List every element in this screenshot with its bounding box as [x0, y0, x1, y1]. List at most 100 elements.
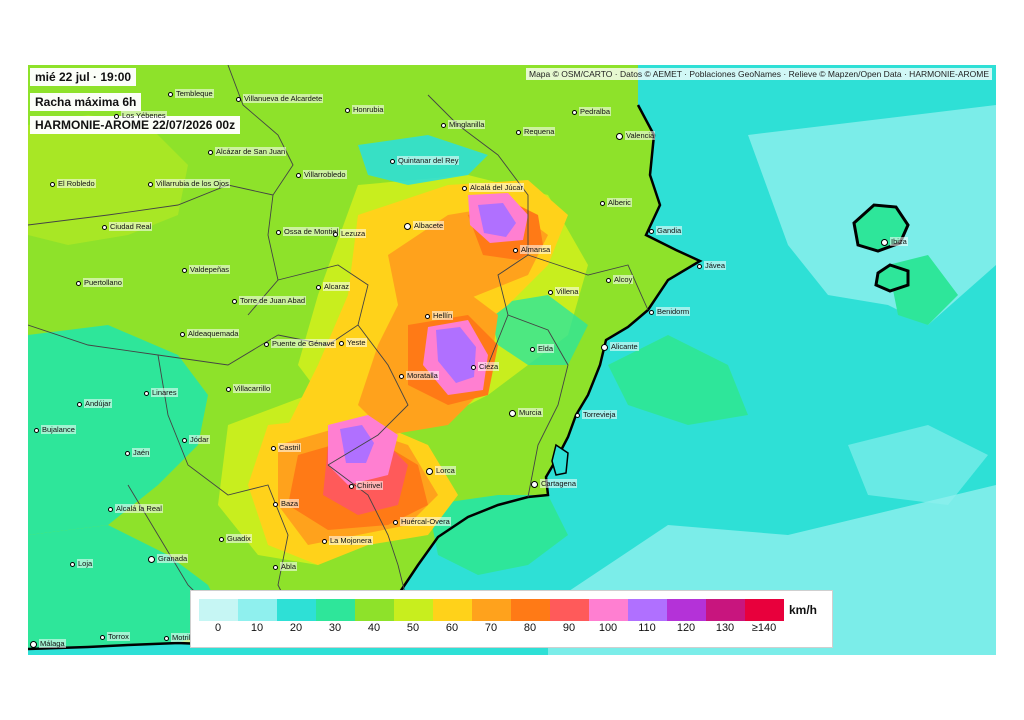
city-marker: Honrubia	[345, 105, 385, 115]
city-name: Villena	[555, 287, 580, 297]
city-marker: Villanueva de Alcardete	[236, 94, 324, 104]
city-name: Jódar	[189, 435, 210, 445]
city-dot-icon	[575, 412, 580, 418]
city-marker: Málaga	[30, 639, 66, 649]
city-marker: Benidorm	[649, 307, 691, 317]
city-marker: Moratalla	[399, 371, 439, 381]
legend-swatch	[589, 599, 628, 621]
city-marker: Puertollano	[76, 278, 123, 288]
city-marker: Almansa	[513, 245, 552, 255]
city-marker: Castril	[271, 443, 302, 453]
city-dot-icon	[164, 635, 169, 641]
legend-swatch	[628, 599, 667, 621]
city-name: Valencia	[625, 131, 656, 141]
city-dot-icon	[114, 113, 119, 119]
city-name: Torrox	[107, 632, 130, 642]
city-dot-icon	[333, 231, 338, 237]
legend-tick-label: 50	[406, 622, 420, 634]
city-dot-icon	[616, 132, 623, 140]
legend-swatch	[199, 599, 238, 621]
city-marker: Cieza	[471, 362, 500, 372]
city-name: Cartagena	[540, 479, 578, 489]
city-dot-icon	[530, 346, 535, 352]
city-marker: Guadix	[219, 534, 252, 544]
city-name: Jaén	[132, 448, 151, 458]
city-marker: Chirivel	[349, 481, 384, 491]
city-marker: Villarrubia de los Ojos	[148, 179, 230, 189]
map-viewport[interactable]: mié 22 jul · 19:00 Racha máxima 6h HARMO…	[28, 65, 996, 655]
city-name: Torrevieja	[582, 410, 617, 420]
city-name: Castril	[278, 443, 302, 453]
city-name: Minglanilla	[448, 120, 486, 130]
city-name: Chirivel	[356, 481, 384, 491]
legend-swatch	[472, 599, 511, 621]
city-marker: Bujalance	[34, 425, 76, 435]
legend-tick-label: 10	[250, 622, 264, 634]
city-marker: Lezuza	[333, 229, 367, 239]
city-marker: Granada	[148, 554, 189, 564]
legend-swatch	[355, 599, 394, 621]
legend-tick-label: ≥140	[751, 622, 777, 634]
city-dot-icon	[339, 340, 344, 346]
city-marker: Puente de Génave	[264, 339, 336, 349]
city-marker: Alcalá la Real	[108, 504, 163, 514]
city-dot-icon	[271, 445, 276, 451]
legend-unit: km/h	[789, 603, 818, 617]
city-dot-icon	[232, 298, 237, 304]
city-name: Baza	[280, 499, 300, 509]
legend-swatch	[667, 599, 706, 621]
city-dot-icon	[208, 149, 213, 155]
legend-tick-label: 110	[638, 622, 656, 634]
legend-tick-label: 30	[328, 622, 342, 634]
city-marker: Elda	[530, 344, 555, 354]
city-dot-icon	[881, 238, 888, 246]
city-marker: Valencia	[616, 131, 656, 141]
city-marker: Villacarrillo	[226, 384, 272, 394]
city-marker: Tembleque	[168, 89, 214, 99]
city-name: Loja	[77, 559, 94, 569]
city-dot-icon	[516, 129, 521, 135]
city-dot-icon	[219, 536, 224, 542]
city-name: Bujalance	[41, 425, 76, 435]
city-dot-icon	[462, 185, 467, 191]
city-dot-icon	[148, 555, 155, 563]
city-name: Villanueva de Alcardete	[243, 94, 324, 104]
legend-tick-label: 40	[367, 622, 381, 634]
city-name: Alicante	[610, 342, 639, 352]
city-dot-icon	[404, 222, 411, 230]
legend-swatch	[550, 599, 589, 621]
city-name: Ossa de Montiel	[283, 227, 340, 237]
legend-tick-label: 80	[523, 622, 537, 634]
city-name: Motril	[171, 633, 192, 643]
city-name: Villarrubia de los Ojos	[155, 179, 230, 189]
city-name: Alcázar de San Juan	[215, 147, 287, 157]
city-dot-icon	[393, 519, 398, 525]
city-dot-icon	[50, 181, 55, 187]
city-name: El Robledo	[57, 179, 96, 189]
city-marker: Jaén	[125, 448, 151, 458]
city-dot-icon	[180, 331, 185, 337]
city-name: Pedralba	[579, 107, 612, 117]
city-dot-icon	[399, 373, 404, 379]
city-dot-icon	[322, 538, 327, 544]
city-dot-icon	[182, 267, 187, 273]
city-name: Villacarrillo	[233, 384, 272, 394]
city-name: Lorca	[435, 466, 456, 476]
legend-tick-label: 100	[598, 622, 618, 634]
city-marker: Alcaraz	[316, 282, 351, 292]
city-marker: Valdepeñas	[182, 265, 231, 275]
city-marker: Villena	[548, 287, 580, 297]
city-dot-icon	[345, 107, 350, 113]
city-name: Ciudad Real	[109, 222, 153, 232]
legend-swatch	[238, 599, 277, 621]
city-dot-icon	[697, 263, 702, 269]
city-name: Alcalá la Real	[115, 504, 163, 514]
city-dot-icon	[425, 313, 430, 319]
city-marker: Hellín	[425, 311, 454, 321]
city-marker: El Robledo	[50, 179, 96, 189]
city-marker: Motril	[164, 633, 192, 643]
city-dot-icon	[264, 341, 269, 347]
city-marker: Jávea	[697, 261, 727, 271]
legend-swatch	[511, 599, 550, 621]
city-marker: Lorca	[426, 466, 456, 476]
